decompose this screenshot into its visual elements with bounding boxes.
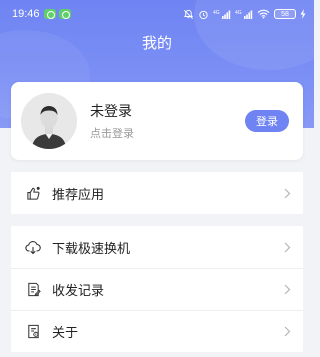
menu-item-recommended-apps[interactable]: 推荐应用	[11, 172, 303, 214]
status-bar: 19:46 4G 4G 58	[0, 0, 314, 28]
battery-icon: 58	[274, 9, 296, 19]
signal-icon: 4G	[213, 10, 231, 19]
record-icon	[25, 281, 41, 297]
login-button[interactable]: 登录	[245, 110, 289, 132]
charging-icon	[300, 9, 306, 19]
menu-item-transfer-records[interactable]: 收发记录	[11, 268, 303, 310]
app-notification-icon	[43, 9, 56, 19]
mute-bell-icon	[183, 9, 194, 19]
avatar[interactable]	[21, 93, 77, 149]
profile-name: 未登录	[90, 104, 132, 120]
menu-label: 关于	[52, 325, 79, 341]
menu-item-about[interactable]: 关于	[11, 310, 303, 352]
menu-label: 收发记录	[52, 283, 105, 299]
profile-info[interactable]: 未登录 点击登录	[90, 101, 134, 141]
about-icon	[25, 323, 41, 339]
signal-label: 4G	[213, 10, 220, 16]
app-notification-icon	[58, 9, 71, 19]
menu-group-recommend: 推荐应用	[11, 172, 303, 214]
chevron-right-icon	[284, 184, 291, 203]
status-time: 19:46	[12, 8, 40, 20]
signal-label: 4G	[235, 10, 242, 16]
menu-group-tools: 下载极速换机 收发记录 关于	[11, 226, 303, 352]
cloud-download-icon	[25, 239, 41, 255]
signal-icon: 4G	[235, 10, 253, 19]
default-avatar-icon	[21, 93, 77, 149]
menu-label: 下载极速换机	[52, 241, 131, 257]
alarm-icon	[199, 10, 208, 19]
profile-card[interactable]: 未登录 点击登录 登录	[11, 82, 303, 160]
thumbs-up-icon	[25, 185, 41, 201]
chevron-right-icon	[284, 280, 291, 299]
profile-subtitle: 点击登录	[90, 127, 134, 140]
chevron-right-icon	[284, 238, 291, 257]
chevron-right-icon	[284, 322, 291, 341]
status-indicators: 4G 4G 58	[183, 9, 306, 20]
notification-icons	[43, 9, 71, 19]
wifi-icon	[257, 9, 270, 19]
page-title: 我的	[141, 34, 172, 52]
menu-label: 推荐应用	[52, 187, 105, 203]
menu-item-download-switch[interactable]: 下载极速换机	[11, 226, 303, 268]
